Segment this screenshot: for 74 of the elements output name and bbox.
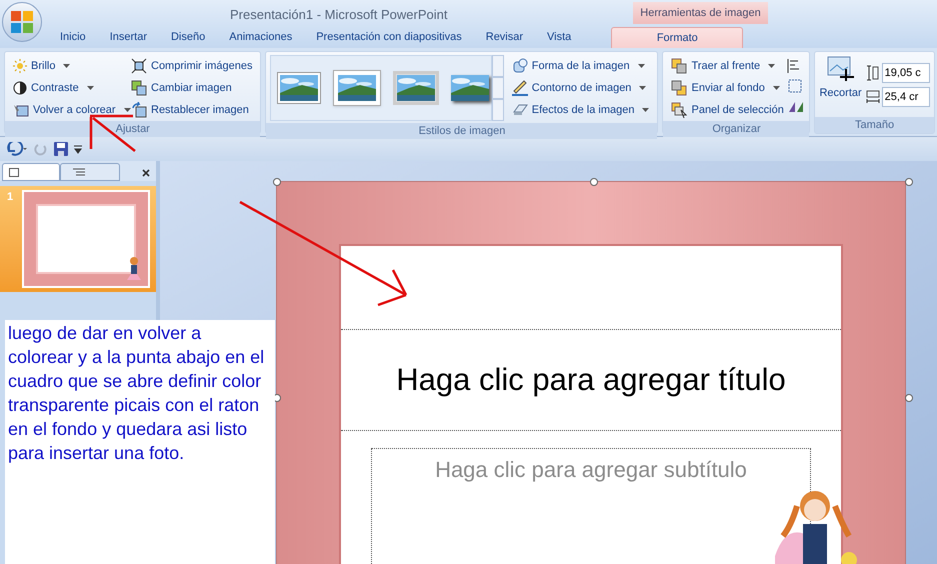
caret-icon	[638, 64, 645, 68]
figure-drawing	[126, 256, 142, 280]
ribbon-tab[interactable]: Presentación con diapositivas	[304, 27, 474, 48]
group-label: Estilos de imagen	[266, 123, 658, 139]
selection-handle[interactable]	[905, 394, 913, 402]
group-label: Ajustar	[5, 121, 260, 137]
command-icon	[671, 58, 688, 74]
office-button[interactable]	[2, 2, 42, 42]
width-icon	[866, 89, 880, 105]
ribbon-tab[interactable]: Vista	[535, 27, 584, 48]
ribbon-tab[interactable]: Inicio	[48, 27, 98, 48]
undo-icon[interactable]	[6, 142, 28, 156]
ribbon-command[interactable]: Forma de la imagen	[508, 55, 654, 77]
ribbon-command[interactable]: Traer al frente	[667, 55, 788, 77]
outline-icon	[73, 168, 85, 176]
style-thumbnail[interactable]	[393, 71, 440, 105]
ribbon-command[interactable]: Enviar al fondo	[667, 77, 788, 99]
office-logo-icon	[10, 10, 34, 34]
ribbon-command[interactable]: Cambiar imagen	[127, 77, 256, 99]
caret-icon	[86, 86, 94, 90]
style-thumbnail[interactable]	[277, 72, 322, 104]
ribbon-command[interactable]: Comprimir imágenes	[127, 55, 256, 77]
ribbon-command[interactable]: Efectos de la imagen	[508, 99, 654, 121]
command-icon	[671, 102, 688, 118]
crop-button[interactable]: Recortar	[819, 85, 862, 102]
selection-handle[interactable]	[273, 178, 281, 186]
ribbon-tab[interactable]: Insertar	[98, 27, 159, 48]
group-label: Tamaño	[815, 117, 934, 133]
ribbon-command[interactable]: Contorno de imagen	[508, 77, 654, 99]
ribbon-tab[interactable]: Diseño	[158, 27, 218, 48]
command-icon	[13, 81, 27, 95]
caret-icon	[768, 64, 776, 68]
command-icon	[131, 80, 147, 96]
slide-icon	[9, 168, 19, 176]
outline-tab[interactable]	[60, 163, 120, 181]
command-icon	[13, 59, 27, 73]
slides-tab[interactable]	[2, 163, 60, 181]
ribbon-tab[interactable]: Formato	[611, 27, 744, 48]
instruction-note: luego de dar en volver a colorear y a la punta abajo en el cuadro que se abre definir color transparente picais con el raton en el fondo y quedara asi listo para insertar una foto.	[5, 320, 275, 564]
ribbon-tab[interactable]: Animaciones	[217, 27, 304, 48]
command-icon	[512, 58, 528, 74]
ribbon-command[interactable]: Panel de selección	[667, 99, 788, 121]
caret-icon	[63, 64, 70, 68]
ribbon-command[interactable]: Brillo	[9, 55, 127, 77]
ribbon-command[interactable]: Volver a colorear	[9, 99, 127, 121]
caret-icon	[124, 108, 131, 112]
selection-handle[interactable]	[905, 178, 913, 186]
caret-icon	[772, 86, 780, 90]
ribbon-tab[interactable]: Revisar	[474, 27, 536, 48]
slide-number: 1	[6, 190, 14, 205]
close-icon[interactable]	[142, 169, 150, 177]
height-field[interactable]: 19,05 c	[882, 63, 930, 83]
save-icon[interactable]	[54, 142, 68, 156]
height-icon	[866, 65, 880, 81]
command-icon	[131, 102, 147, 118]
crop-icon	[826, 55, 856, 83]
caret-icon	[642, 108, 650, 112]
caret-icon	[639, 86, 646, 90]
contextual-tab-group: Herramientas de imagen	[633, 2, 768, 24]
window-title: Presentación1 - Microsoft PowerPoint	[230, 6, 448, 24]
style-thumbnail[interactable]	[451, 75, 490, 101]
width-field[interactable]: 25,4 cr	[882, 87, 930, 107]
ribbon-command[interactable]: Contraste	[9, 77, 127, 99]
command-icon	[512, 80, 528, 96]
command-icon	[671, 80, 688, 96]
ribbon-command[interactable]: Restablecer imagen	[127, 99, 256, 121]
title-placeholder[interactable]: Haga clic para agregar título	[341, 329, 841, 431]
style-thumbnail[interactable]	[333, 70, 382, 106]
command-icon	[512, 102, 528, 118]
command-icon	[13, 103, 29, 117]
customize-icon[interactable]	[74, 144, 82, 154]
group-label: Organizar	[663, 121, 810, 137]
command-icon	[131, 58, 147, 74]
selection-handle[interactable]	[590, 178, 598, 186]
